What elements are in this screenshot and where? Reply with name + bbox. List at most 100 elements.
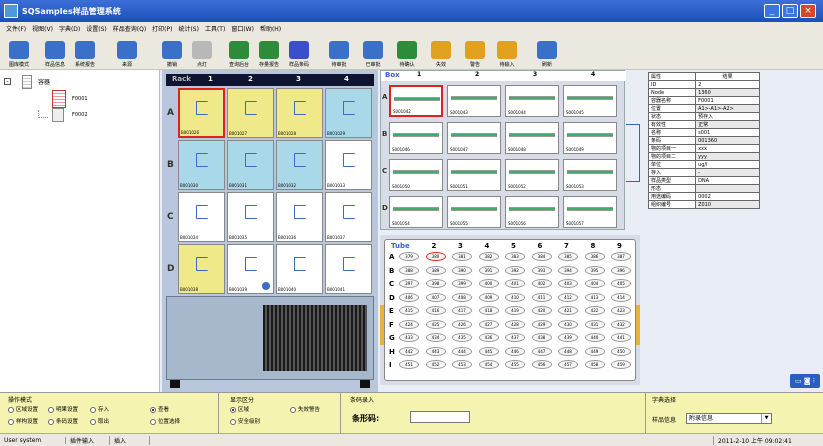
tube-well[interactable]: 395 [584, 265, 605, 275]
op-mode-option[interactable]: 样构设置 [8, 417, 38, 425]
menu-item[interactable]: 打印(P) [152, 24, 172, 33]
toolbar-button[interactable]: 警告 [458, 35, 492, 68]
maximize-button[interactable]: □ [782, 4, 798, 18]
tube-well[interactable]: 451 [399, 360, 419, 369]
props-row[interactable]: ID 2 [647, 80, 760, 89]
tube-well[interactable]: 407 [425, 292, 446, 302]
rack-slot[interactable]: B001040 [276, 244, 323, 294]
props-row[interactable]: 存入 - [647, 168, 760, 177]
tube-well[interactable]: 436 [478, 333, 499, 342]
props-row[interactable]: 条码 001360 [647, 136, 760, 145]
box-slot[interactable]: S001053 [563, 159, 617, 191]
props-row[interactable]: 名称 s001 [647, 128, 760, 137]
tube-well[interactable]: 413 [584, 292, 605, 302]
tube-well[interactable]: 411 [531, 292, 552, 302]
toolbar-button[interactable]: 已审批 [356, 35, 390, 68]
rack-slot[interactable]: B001027 [227, 88, 274, 138]
close-button[interactable]: × [800, 4, 816, 18]
tube-well[interactable]: 433 [399, 333, 419, 342]
tube-well[interactable]: 402 [531, 279, 552, 288]
toolbar-button[interactable]: 来源 [110, 35, 144, 68]
tube-well[interactable]: 459 [611, 360, 631, 369]
op-mode-option[interactable]: 区域设置 [8, 405, 38, 413]
box-slot[interactable]: S001055 [447, 196, 501, 228]
op-mode-option[interactable]: 查看 [150, 405, 169, 413]
menu-item[interactable]: 设置(S) [86, 24, 107, 33]
tube-well[interactable]: 399 [452, 279, 472, 288]
display-option[interactable]: 区域 [230, 405, 249, 413]
tube-well[interactable]: 448 [558, 346, 578, 356]
menu-item[interactable]: 样品查询(Q) [113, 24, 146, 33]
box-slot[interactable]: S001049 [563, 122, 617, 154]
tube-well[interactable]: 446 [505, 346, 525, 356]
props-row[interactable]: 样品类型 DNA [647, 176, 760, 185]
tube-well[interactable]: 443 [425, 346, 446, 356]
props-row[interactable]: 组织编号 Z010 [647, 200, 760, 209]
tube-well[interactable]: 427 [478, 319, 499, 329]
tube-well[interactable]: 447 [531, 346, 552, 356]
box-slot[interactable]: S001047 [447, 122, 501, 154]
box-slot[interactable]: S001045 [563, 85, 617, 117]
rack-slot[interactable]: B001035 [227, 192, 274, 242]
toolbar-button[interactable]: 样品信息 [38, 35, 72, 68]
tube-well[interactable]: 429 [531, 319, 552, 329]
toolbar-button[interactable]: 待确认 [390, 35, 424, 68]
props-row[interactable]: Node 1360 [647, 88, 760, 97]
tube-well[interactable]: 428 [505, 319, 525, 329]
tube-well[interactable]: 379 [399, 252, 419, 261]
menu-item[interactable]: 视图(V) [32, 24, 53, 33]
tube-well[interactable]: 421 [558, 306, 578, 315]
toolbar-button[interactable]: 图库模式 [2, 35, 36, 68]
op-mode-option[interactable]: 位置选择 [150, 417, 180, 425]
tube-well[interactable]: 415 [399, 306, 419, 315]
toolbar-button[interactable]: 查询后台 [222, 35, 256, 68]
tube-well[interactable]: 393 [531, 265, 552, 275]
props-row[interactable]: 容器名称 F0001 [647, 96, 760, 105]
op-mode-option[interactable]: 存入 [90, 405, 109, 413]
tube-well[interactable]: 394 [558, 265, 578, 275]
tube-well[interactable]: 422 [584, 306, 605, 315]
tube-well[interactable]: 445 [478, 346, 499, 356]
props-row[interactable]: 物的项目二 yyy [647, 152, 760, 161]
props-row[interactable]: 形态 [647, 184, 760, 193]
tube-well[interactable]: 396 [611, 265, 631, 275]
menu-item[interactable]: 工具(T) [205, 24, 225, 33]
tube-well[interactable]: 426 [452, 319, 472, 329]
tube-well[interactable]: 454 [478, 360, 499, 369]
tube-well[interactable]: 381 [452, 252, 472, 261]
tube-well[interactable]: 455 [505, 360, 525, 369]
tree-item-f0002[interactable]: F0002 [72, 112, 88, 118]
box-slot[interactable]: S001048 [505, 122, 559, 154]
toolbar-button[interactable]: 点灯 [185, 35, 219, 68]
tube-well[interactable]: 423 [611, 306, 631, 315]
tube-well[interactable]: 389 [425, 265, 446, 275]
tube-well[interactable]: 404 [584, 279, 605, 288]
tube-well[interactable]: 401 [505, 279, 525, 288]
menu-item[interactable]: 统计(S) [178, 24, 199, 33]
toolbar-button[interactable]: 待审批 [322, 35, 356, 68]
rack-slot[interactable]: B001038 [178, 244, 225, 294]
tube-well[interactable]: 440 [584, 333, 605, 342]
tube-well[interactable]: 449 [584, 346, 605, 356]
tree-root-label[interactable]: 容器 [38, 77, 50, 86]
op-mode-option[interactable]: 取出 [90, 417, 109, 425]
props-row[interactable]: 物的项目一 xxx [647, 144, 760, 153]
menu-item[interactable]: 窗口(W) [231, 24, 254, 33]
rack-slot[interactable]: B001036 [276, 192, 323, 242]
tube-well[interactable]: 391 [478, 265, 499, 275]
menu-item[interactable]: 字典(D) [59, 24, 80, 33]
box-slot[interactable]: S001052 [505, 159, 559, 191]
tube-well[interactable]: 412 [558, 292, 578, 302]
rack-slot[interactable]: B001031 [227, 140, 274, 190]
tube-well[interactable]: 425 [425, 319, 446, 329]
toolbar-button[interactable]: 失效 [424, 35, 458, 68]
tree-item-f0001[interactable]: F0001 [72, 96, 88, 102]
tube-well[interactable]: 430 [558, 319, 578, 329]
toolbar-button[interactable]: 存量报告 [252, 35, 286, 68]
box-slot[interactable]: S001054 [389, 196, 443, 228]
props-row[interactable]: 有效性 正常 [647, 120, 760, 129]
props-row[interactable]: 单位 ug/l [647, 160, 760, 169]
tube-well[interactable]: 434 [425, 333, 446, 342]
tube-well[interactable]: 457 [558, 360, 578, 369]
chevron-down-icon[interactable]: ▼ [761, 414, 771, 423]
